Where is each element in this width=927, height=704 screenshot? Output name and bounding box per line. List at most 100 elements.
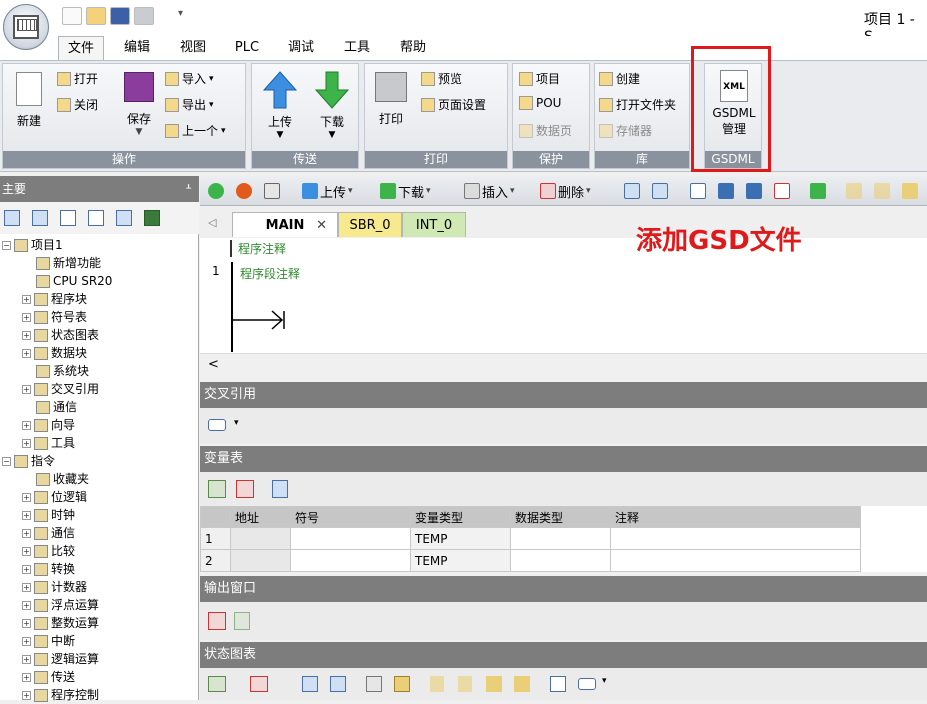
lock-button-2[interactable] — [874, 181, 890, 201]
symbol-cell[interactable] — [290, 527, 411, 550]
tree-item[interactable]: + 符号表 — [22, 308, 87, 326]
tree-item[interactable]: 收藏夹 — [22, 470, 89, 488]
tree-expander-icon[interactable]: + — [22, 618, 31, 628]
tree-item[interactable]: 通信 — [22, 398, 77, 416]
tree-expander-icon[interactable]: + — [22, 546, 31, 556]
network-button-2[interactable] — [652, 181, 668, 201]
tree-expander-icon[interactable]: + — [22, 582, 31, 592]
storage-button[interactable]: 存储器 — [599, 122, 652, 139]
open-button[interactable]: 打开 — [57, 70, 98, 87]
tree-item[interactable]: + 数据块 — [22, 344, 87, 362]
rung-arrow[interactable] — [232, 308, 288, 332]
previous-button[interactable]: 上一个 ▾ — [165, 122, 226, 139]
tree-item[interactable]: + 转换 — [22, 560, 75, 578]
glasses-icon[interactable] — [366, 676, 382, 692]
export-button[interactable]: 导出 ▾ — [165, 96, 214, 113]
tree-expander-icon[interactable]: + — [22, 492, 31, 502]
tree-item[interactable]: + 整数运算 — [22, 614, 99, 632]
dropdown-icon[interactable]: ▾ — [234, 418, 239, 428]
dropdown-icon[interactable]: ▾ — [602, 676, 607, 686]
new-button[interactable]: 新建 — [9, 72, 49, 129]
tree-expander-icon[interactable]: + — [22, 510, 31, 520]
menu-help[interactable]: 帮助 — [390, 36, 436, 60]
close-button[interactable]: 关闭 — [57, 96, 98, 113]
tree-item[interactable]: + 计数器 — [22, 578, 87, 596]
remove-row-icon[interactable] — [250, 676, 268, 692]
pause-icon[interactable] — [330, 676, 346, 692]
tree-item[interactable]: + 中断 — [22, 632, 75, 650]
tab-close-icon[interactable]: ✕ — [316, 213, 327, 238]
clear-output-icon[interactable] — [208, 612, 226, 630]
page-icon[interactable] — [60, 210, 76, 226]
lock-add-icon[interactable] — [486, 676, 502, 692]
tree-expander-icon[interactable]: + — [22, 312, 31, 322]
print-button[interactable]: 打印 — [371, 72, 411, 127]
insert-button[interactable]: 插入 ▾ — [464, 181, 515, 201]
tree-item[interactable]: − 项目1 — [2, 236, 63, 254]
menu-file[interactable]: 文件 — [58, 36, 104, 60]
tree-expander-icon[interactable]: + — [22, 690, 31, 700]
list-icon[interactable] — [116, 210, 132, 226]
tree-expander-icon[interactable]: + — [22, 348, 31, 358]
tree-expander-icon[interactable]: + — [22, 528, 31, 538]
table-row[interactable]: 1 TEMP — [200, 527, 861, 550]
program-comment[interactable]: 程序注释 — [230, 240, 286, 257]
network-comment[interactable]: 程序段注释 — [240, 265, 300, 282]
editor-horizontal-scrollbar[interactable]: < — [200, 353, 927, 375]
tree-expander-icon[interactable]: + — [22, 330, 31, 340]
tree-item[interactable]: 新增功能 — [22, 254, 101, 272]
tree-expander-icon[interactable]: + — [22, 654, 31, 664]
tree-item[interactable]: + 程序块 — [22, 290, 87, 308]
menu-debug[interactable]: 调试 — [278, 36, 324, 60]
tree-item[interactable]: + 向导 — [22, 416, 75, 434]
delete-button[interactable]: 删除 ▾ — [540, 181, 591, 201]
delete-row-icon[interactable] — [236, 480, 254, 498]
data-type-cell[interactable] — [510, 549, 611, 572]
upload-button[interactable]: 上传 ▼ — [258, 70, 302, 140]
program-editor[interactable] — [200, 238, 927, 353]
lock-list-icon[interactable] — [514, 676, 530, 692]
tree-item[interactable]: 系统块 — [22, 362, 89, 380]
scroll-left-icon[interactable]: < — [208, 357, 219, 372]
tree-item[interactable]: + 比较 — [22, 542, 75, 560]
tree-item[interactable]: + 程序控制 — [22, 686, 99, 704]
trend-icon[interactable] — [550, 676, 566, 692]
menu-edit[interactable]: 编辑 — [114, 36, 160, 60]
tree-expander-icon[interactable]: + — [22, 564, 31, 574]
monitor-icon[interactable] — [144, 210, 160, 226]
pencil-icon[interactable] — [394, 676, 410, 692]
tree-item[interactable]: + 逻辑运算 — [22, 650, 99, 668]
tree-expander-icon[interactable]: + — [22, 384, 31, 394]
toolbar-upload-button[interactable]: 上传 ▾ — [302, 181, 353, 201]
add-row-icon[interactable] — [208, 676, 226, 692]
tree-item[interactable]: CPU SR20 — [22, 272, 112, 290]
address-cell[interactable] — [230, 527, 291, 550]
tree-item[interactable]: + 状态图表 — [22, 326, 99, 344]
lock-button-1[interactable] — [846, 181, 862, 201]
clear-button[interactable] — [774, 181, 790, 201]
tree-expander-icon[interactable]: + — [22, 420, 31, 430]
tab-int0[interactable]: INT_0 — [402, 212, 466, 237]
tree-item[interactable]: − 指令 — [2, 452, 55, 470]
new-file-icon[interactable] — [62, 7, 82, 25]
export-table-icon[interactable] — [272, 480, 288, 498]
tree-expander-icon[interactable]: + — [22, 672, 31, 682]
protect-datapage-button[interactable]: 数据页 — [519, 122, 572, 139]
tree-item[interactable]: + 工具 — [22, 434, 75, 452]
comment-cell[interactable] — [610, 549, 861, 572]
print-icon[interactable] — [134, 7, 154, 25]
tree-expander-icon[interactable]: + — [22, 636, 31, 646]
contact-button[interactable] — [690, 181, 706, 201]
address-cell[interactable] — [230, 549, 291, 572]
lock-button-3[interactable] — [902, 181, 918, 201]
open-folder-button[interactable]: 打开文件夹 — [599, 96, 676, 113]
menu-plc[interactable]: PLC — [226, 36, 268, 60]
save-icon[interactable] — [110, 7, 130, 25]
pin-icon[interactable]: ᚆ — [186, 176, 191, 202]
tag-icon[interactable] — [578, 678, 596, 690]
protect-pou-button[interactable]: POU — [519, 96, 561, 110]
tree-expander-icon[interactable]: − — [2, 240, 11, 250]
tree-item[interactable]: + 交叉引用 — [22, 380, 99, 398]
table-icon[interactable] — [32, 210, 48, 226]
view-icon[interactable] — [4, 210, 20, 226]
